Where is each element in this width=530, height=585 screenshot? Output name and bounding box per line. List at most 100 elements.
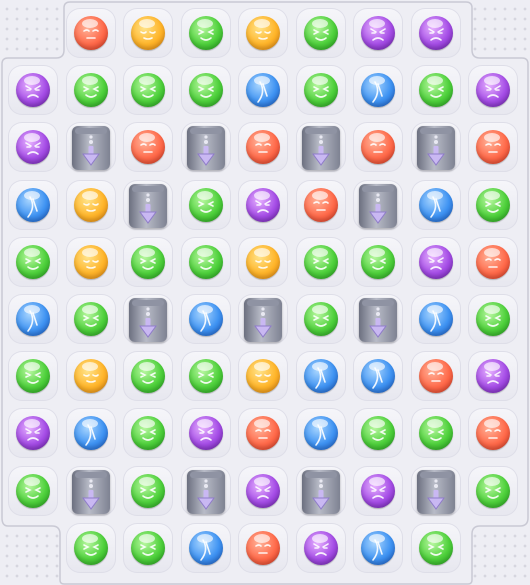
board-cell[interactable] xyxy=(295,8,346,58)
down-arrow-pillar-icon[interactable] xyxy=(359,183,397,228)
board-cell[interactable] xyxy=(238,122,288,173)
green-orb-icon[interactable] xyxy=(418,416,453,451)
board-cell[interactable] xyxy=(353,8,403,58)
green-orb-icon[interactable] xyxy=(418,530,453,565)
green-orb-icon[interactable] xyxy=(131,530,165,565)
yellow-orb-icon[interactable] xyxy=(73,359,108,394)
board-cell[interactable] xyxy=(353,122,403,173)
green-orb-icon[interactable] xyxy=(16,473,50,508)
board-cell[interactable] xyxy=(180,294,231,344)
blue-orb-icon[interactable] xyxy=(188,302,223,336)
board-cell[interactable] xyxy=(410,465,461,516)
green-orb-icon[interactable] xyxy=(131,359,165,394)
yellow-orb-icon[interactable] xyxy=(131,16,165,50)
board-cell[interactable] xyxy=(123,408,173,459)
board-cell[interactable] xyxy=(8,179,58,230)
red-orb-icon[interactable] xyxy=(476,416,510,451)
board-cell[interactable] xyxy=(468,65,518,116)
board-cell[interactable] xyxy=(123,122,173,173)
board-cell[interactable] xyxy=(8,351,58,402)
board-cell[interactable] xyxy=(410,236,461,287)
board-cell[interactable] xyxy=(410,65,461,116)
board-cell[interactable] xyxy=(65,179,116,230)
board-cell[interactable] xyxy=(180,122,231,173)
green-orb-icon[interactable] xyxy=(73,302,108,336)
purple-orb-icon[interactable] xyxy=(476,359,510,394)
green-orb-icon[interactable] xyxy=(188,16,223,50)
board-cell[interactable] xyxy=(238,179,288,230)
board-cell[interactable] xyxy=(8,465,58,516)
board-cell[interactable] xyxy=(8,122,58,173)
board-cell[interactable] xyxy=(8,294,58,344)
green-orb-icon[interactable] xyxy=(131,73,165,108)
green-orb-icon[interactable] xyxy=(476,473,510,508)
board-cell[interactable] xyxy=(123,465,173,516)
board-cell[interactable] xyxy=(468,179,518,230)
yellow-orb-icon[interactable] xyxy=(246,244,280,279)
board-cell[interactable] xyxy=(238,65,288,116)
blue-orb-icon[interactable] xyxy=(418,187,453,222)
green-orb-icon[interactable] xyxy=(188,359,223,394)
board-cell[interactable] xyxy=(295,294,346,344)
board-cell[interactable] xyxy=(468,351,518,402)
board-cell[interactable] xyxy=(353,351,403,402)
board-cell[interactable] xyxy=(353,465,403,516)
blue-orb-icon[interactable] xyxy=(303,359,338,394)
blue-orb-icon[interactable] xyxy=(303,416,338,451)
purple-orb-icon[interactable] xyxy=(16,130,50,165)
board-cell[interactable] xyxy=(8,236,58,287)
board-cell[interactable] xyxy=(468,294,518,344)
board-cell[interactable] xyxy=(123,294,173,344)
green-orb-icon[interactable] xyxy=(303,16,338,50)
board-cell[interactable] xyxy=(65,8,116,58)
board-cell[interactable] xyxy=(180,8,231,58)
board-cell[interactable] xyxy=(180,236,231,287)
down-arrow-pillar-icon[interactable] xyxy=(416,469,455,514)
blue-orb-icon[interactable] xyxy=(361,530,395,565)
board-cell[interactable] xyxy=(238,522,288,573)
board-cell[interactable] xyxy=(123,8,173,58)
board-cell[interactable] xyxy=(65,122,116,173)
board-cell[interactable] xyxy=(353,179,403,230)
board-cell[interactable] xyxy=(295,351,346,402)
down-arrow-pillar-icon[interactable] xyxy=(301,469,340,514)
blue-orb-icon[interactable] xyxy=(361,359,395,394)
board-cell[interactable] xyxy=(410,122,461,173)
red-orb-icon[interactable] xyxy=(73,16,108,50)
red-orb-icon[interactable] xyxy=(476,244,510,279)
blue-orb-icon[interactable] xyxy=(16,302,50,336)
red-orb-icon[interactable] xyxy=(418,359,453,394)
board-cell[interactable] xyxy=(180,408,231,459)
down-arrow-pillar-icon[interactable] xyxy=(129,183,167,228)
green-orb-icon[interactable] xyxy=(303,244,338,279)
board-cell[interactable] xyxy=(353,294,403,344)
board-cell[interactable] xyxy=(123,179,173,230)
yellow-orb-icon[interactable] xyxy=(246,359,280,394)
blue-orb-icon[interactable] xyxy=(73,416,108,451)
green-orb-icon[interactable] xyxy=(476,302,510,336)
blue-orb-icon[interactable] xyxy=(16,187,50,222)
purple-orb-icon[interactable] xyxy=(16,73,50,108)
blue-orb-icon[interactable] xyxy=(361,73,395,108)
green-orb-icon[interactable] xyxy=(361,244,395,279)
green-orb-icon[interactable] xyxy=(188,244,223,279)
board-cell[interactable] xyxy=(410,179,461,230)
blue-orb-icon[interactable] xyxy=(188,530,223,565)
board-cell[interactable] xyxy=(410,408,461,459)
board-cell[interactable] xyxy=(468,465,518,516)
down-arrow-pillar-icon[interactable] xyxy=(71,469,110,514)
board-cell[interactable] xyxy=(180,522,231,573)
red-orb-icon[interactable] xyxy=(246,416,280,451)
board-cell[interactable] xyxy=(238,8,288,58)
board-cell[interactable] xyxy=(180,465,231,516)
purple-orb-icon[interactable] xyxy=(476,73,510,108)
purple-orb-icon[interactable] xyxy=(418,244,453,279)
board-cell[interactable] xyxy=(353,236,403,287)
board-cell[interactable] xyxy=(238,351,288,402)
board-cell[interactable] xyxy=(410,8,461,58)
red-orb-icon[interactable] xyxy=(476,130,510,165)
board-cell[interactable] xyxy=(468,408,518,459)
board-cell[interactable] xyxy=(295,122,346,173)
board-cell[interactable] xyxy=(295,522,346,573)
board-cell[interactable] xyxy=(238,408,288,459)
